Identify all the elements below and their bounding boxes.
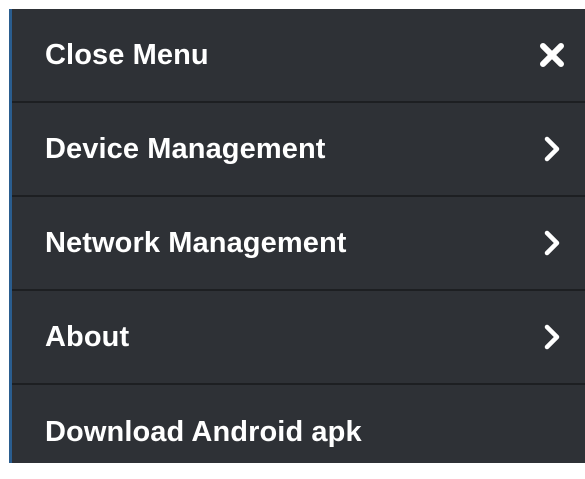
menu-item-network-management[interactable]: Network Management: [12, 197, 585, 291]
chevron-right-icon: [537, 228, 567, 258]
download-android-apk-label: Download Android apk: [45, 415, 362, 448]
close-icon[interactable]: [537, 40, 567, 70]
close-menu-label: Close Menu: [45, 38, 209, 71]
menu-item-device-management[interactable]: Device Management: [12, 103, 585, 197]
menu-item-about[interactable]: About: [12, 291, 585, 385]
menu-item-download-android-apk[interactable]: Download Android apk: [12, 385, 585, 479]
network-management-label: Network Management: [45, 226, 347, 259]
close-menu-item[interactable]: Close Menu: [12, 9, 585, 103]
side-menu: Close Menu Device Management Network Man…: [9, 9, 585, 463]
chevron-right-icon: [537, 322, 567, 352]
about-label: About: [45, 320, 130, 353]
chevron-right-icon: [537, 134, 567, 164]
device-management-label: Device Management: [45, 132, 326, 165]
